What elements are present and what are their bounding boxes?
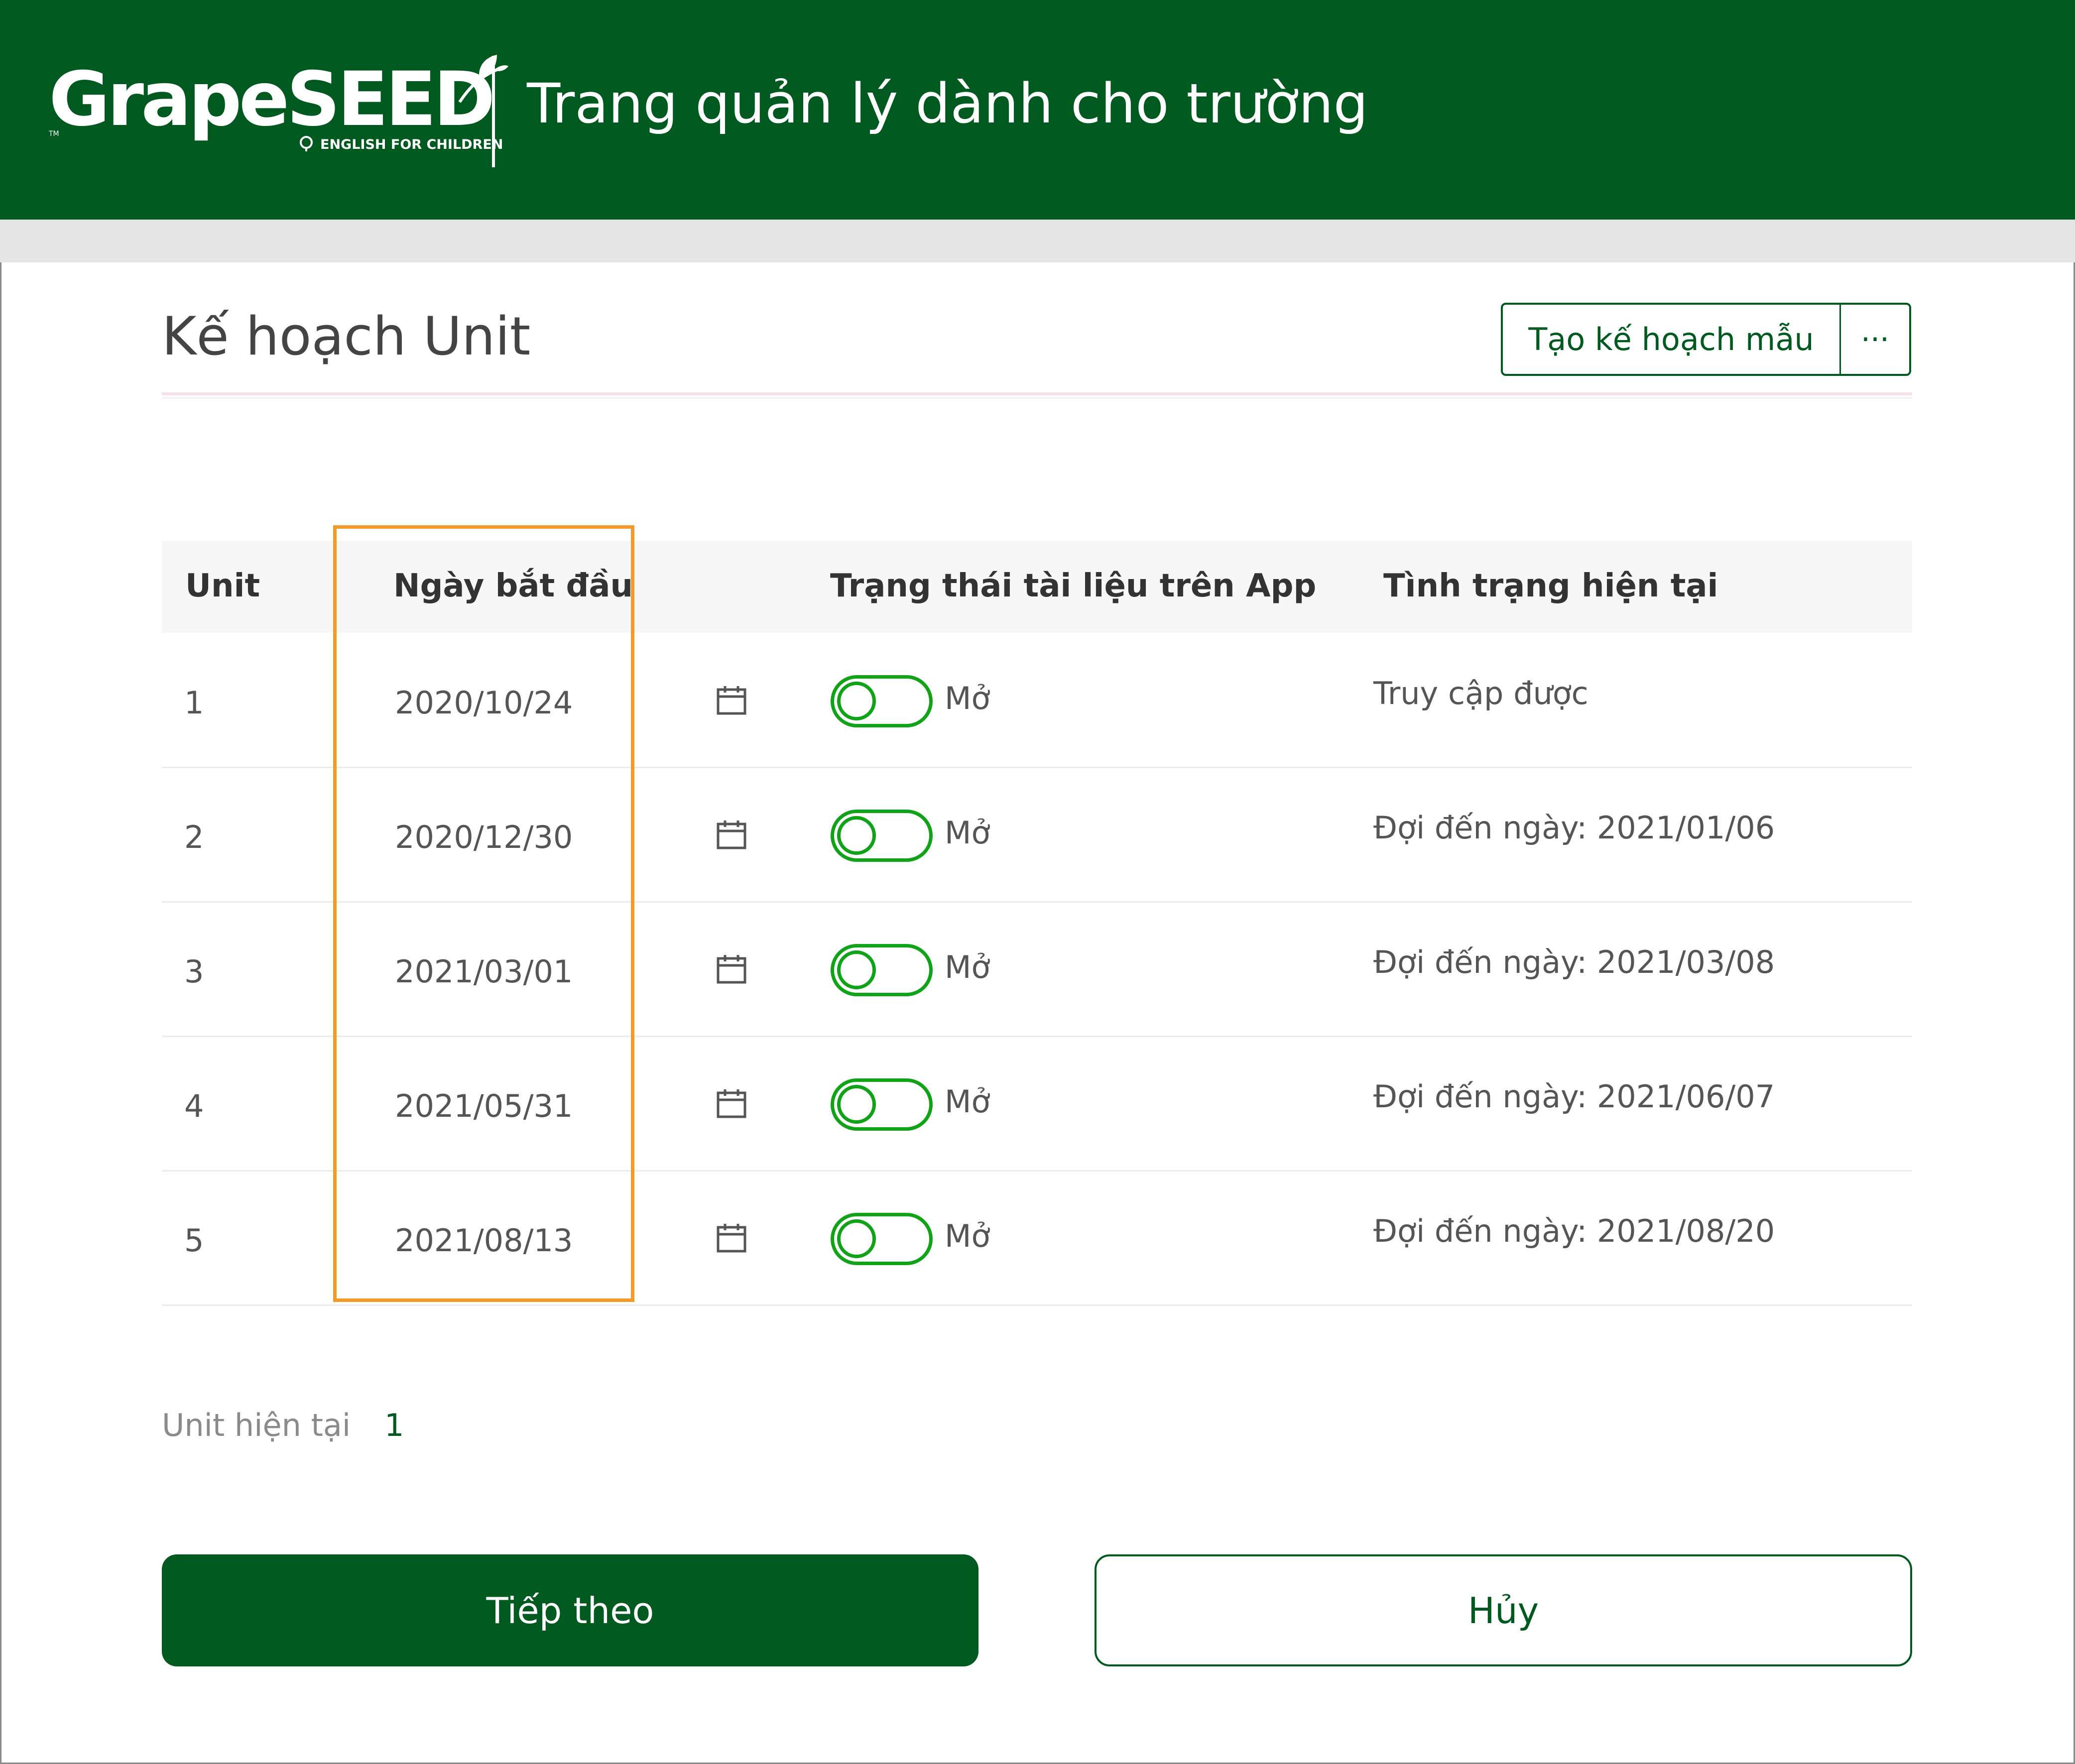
unit-number: 1	[184, 685, 204, 721]
app-header: GrapeSEED TM ENGLISH FOR CHILDREN Trang …	[0, 0, 2075, 220]
cancel-button[interactable]: Hủy	[1095, 1554, 1912, 1666]
app-status-toggle[interactable]	[831, 1213, 933, 1265]
grape-icon	[298, 135, 315, 152]
app-status-label: Mở	[945, 1218, 990, 1254]
leaf-icon	[450, 52, 509, 107]
current-status: Đợi đến ngày: 2021/06/07	[1373, 1078, 1775, 1115]
app-status-toggle[interactable]	[831, 810, 933, 862]
unit-number: 5	[184, 1222, 204, 1259]
app-status-toggle[interactable]	[831, 944, 933, 996]
app-status-toggle[interactable]	[831, 1078, 933, 1131]
app-status-label: Mở	[945, 680, 990, 716]
toggle-knob	[837, 1219, 876, 1258]
title-divider-secondary	[162, 397, 1912, 399]
toggle-knob	[837, 950, 876, 989]
window-frame	[0, 0, 2075, 1764]
app-status-label: Mở	[945, 1083, 990, 1120]
next-button[interactable]: Tiếp theo	[162, 1554, 978, 1666]
current-status: Đợi đến ngày: 2021/01/06	[1373, 810, 1775, 846]
unit-number: 3	[184, 953, 204, 990]
current-unit-value: 1	[384, 1407, 404, 1443]
app-status-label: Mở	[945, 815, 990, 851]
column-header-current-status: Tình trạng hiện tại	[1383, 568, 1718, 604]
header-title: Trang quản lý dành cho trường	[527, 72, 1368, 135]
logo-wordmark: GrapeSEED	[49, 56, 495, 143]
header-divider	[492, 56, 495, 167]
app-status-label: Mở	[945, 949, 990, 985]
column-header-app-status: Trạng thái tài liệu trên App	[830, 568, 1317, 604]
create-template-button[interactable]: Tạo kế hoạch mẫu	[1503, 305, 1841, 374]
calendar-icon[interactable]	[716, 685, 747, 715]
calendar-icon[interactable]	[716, 953, 747, 984]
logo-trademark: TM	[49, 130, 59, 138]
app-status-toggle[interactable]	[831, 675, 933, 727]
page-title: Kế hoạch Unit	[162, 306, 531, 367]
row-divider	[162, 1304, 1912, 1306]
logo-tagline: ENGLISH FOR CHILDREN	[320, 137, 503, 152]
column-header-unit: Unit	[185, 568, 260, 604]
title-divider	[162, 392, 1912, 395]
current-unit-label: Unit hiện tại	[162, 1407, 351, 1443]
toggle-knob	[837, 1085, 876, 1124]
current-status: Đợi đến ngày: 2021/03/08	[1373, 944, 1775, 980]
create-template-split-button: Tạo kế hoạch mẫu ···	[1501, 303, 1911, 376]
calendar-icon[interactable]	[716, 1088, 747, 1119]
calendar-icon[interactable]	[716, 1222, 747, 1253]
grapeseed-logo[interactable]: GrapeSEED TM ENGLISH FOR CHILDREN	[49, 55, 508, 157]
start-date-column-highlight	[333, 525, 634, 1302]
current-status: Truy cập được	[1373, 675, 1588, 711]
toggle-knob	[837, 682, 876, 720]
more-options-button[interactable]: ···	[1841, 305, 1909, 374]
sub-header-bar	[0, 220, 2075, 262]
unit-number: 4	[184, 1088, 204, 1124]
calendar-icon[interactable]	[716, 819, 747, 850]
unit-number: 2	[184, 819, 204, 855]
current-status: Đợi đến ngày: 2021/08/20	[1373, 1213, 1775, 1249]
toggle-knob	[837, 816, 876, 855]
